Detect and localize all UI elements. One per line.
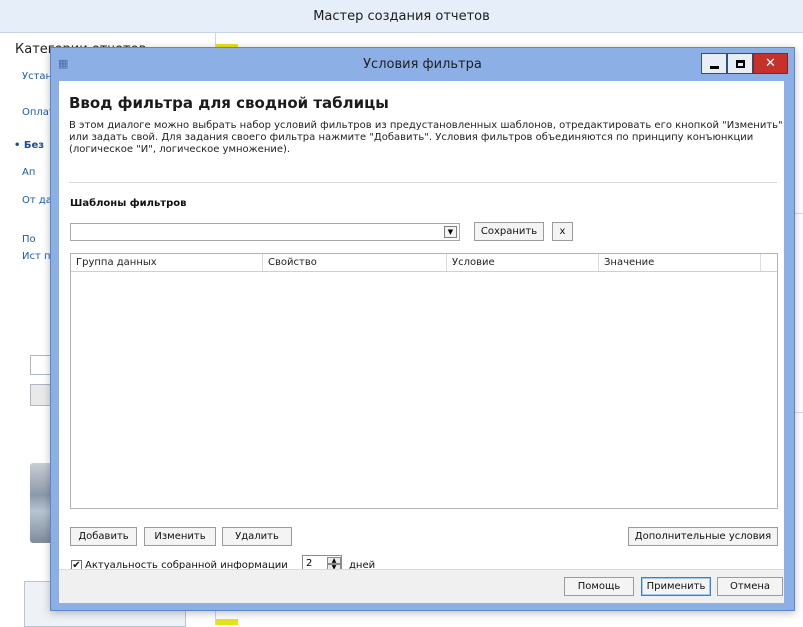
minimize-icon (709, 65, 719, 69)
column-header-condition[interactable]: Условие (447, 254, 599, 271)
category-item[interactable]: Ист пер (22, 251, 52, 263)
category-item-active[interactable]: • Без (14, 140, 44, 152)
divider (69, 182, 777, 183)
page-title: Ввод фильтра для сводной таблицы (69, 94, 389, 112)
extra-conditions-button[interactable]: Дополнительные условия (628, 527, 778, 546)
main-window-title: Мастер создания отчетов (313, 8, 490, 24)
close-button[interactable]: ✕ (753, 53, 788, 74)
stepper-up-icon[interactable]: ▲ (327, 557, 341, 564)
delete-button[interactable]: Удалить (222, 527, 292, 546)
column-header-value[interactable]: Значение (599, 254, 761, 271)
apply-button[interactable]: Применить (641, 577, 711, 596)
maximize-icon (735, 59, 745, 68)
column-header-property[interactable]: Свойство (263, 254, 447, 271)
clear-template-button[interactable]: x (552, 222, 573, 241)
category-item[interactable]: От данные (22, 195, 52, 207)
templates-label: Шаблоны фильтров (70, 198, 187, 209)
column-header-group[interactable]: Группа данных (71, 254, 263, 271)
template-select[interactable]: ▼ (70, 223, 460, 241)
minimize-button[interactable] (701, 53, 727, 74)
filter-table[interactable]: Группа данных Свойство Условие Значение (70, 253, 778, 509)
highlight-marker (216, 619, 238, 625)
chevron-down-icon[interactable]: ▼ (444, 226, 457, 238)
category-item-label: Без (23, 140, 44, 151)
filter-conditions-dialog: ▦ Условия фильтра ✕ Ввод фильтра для сво… (50, 47, 795, 611)
report-image-icon (30, 463, 52, 543)
maximize-button[interactable] (727, 53, 753, 74)
main-window-titlebar: Мастер создания отчетов (0, 0, 803, 33)
cancel-button[interactable]: Отмена (717, 577, 783, 596)
category-item[interactable]: Установка запуск (22, 71, 52, 83)
category-item[interactable]: Оплата Учет (22, 107, 52, 119)
dialog-footer: Помощь Применить Отмена (59, 569, 784, 603)
edit-button[interactable]: Изменить (144, 527, 216, 546)
category-item[interactable]: Ап (22, 167, 52, 179)
days-value: 2 (306, 558, 313, 569)
dialog-title: Условия фильтра (363, 57, 482, 72)
dialog-body: Ввод фильтра для сводной таблицы В этом … (59, 81, 784, 573)
add-button[interactable]: Добавить (70, 527, 137, 546)
help-button[interactable]: Помощь (564, 577, 634, 596)
category-item[interactable]: По (22, 234, 52, 246)
dialog-titlebar[interactable]: ▦ Условия фильтра ✕ (51, 48, 794, 81)
save-button[interactable]: Сохранить (474, 222, 544, 241)
close-icon: ✕ (765, 56, 776, 71)
dialog-description: В этом диалоге можно выбрать набор услов… (69, 120, 783, 155)
table-header: Группа данных Свойство Условие Значение (71, 254, 777, 272)
